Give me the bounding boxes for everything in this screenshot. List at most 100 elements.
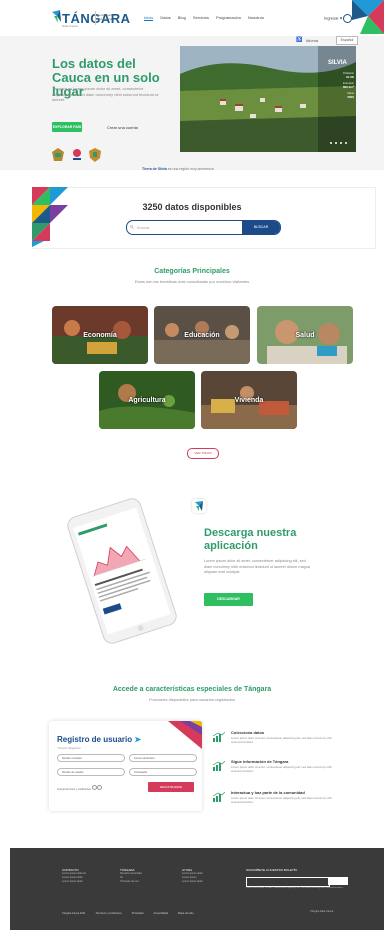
logo-subtitle: Data Cauca — [62, 24, 78, 28]
chart-icon — [213, 792, 225, 802]
heart-icon[interactable]: ♥ — [340, 16, 342, 21]
nav-item-inicio[interactable]: Inicio — [144, 15, 154, 21]
card-corner-decoration — [168, 721, 202, 749]
app-title: Descarga nuestra aplicación — [204, 527, 297, 552]
category-label: Vivienda — [234, 396, 264, 404]
place-name: SILVIA — [328, 60, 347, 66]
footer-link[interactable]: Nuestra comunidad — [120, 872, 142, 876]
copyright: Tángara Data Cauca — [310, 910, 334, 913]
feature-desc: Lorem ipsum dolor sit amet, consectetuer… — [231, 796, 332, 804]
footer-bottom-link[interactable]: Privacidad — [132, 912, 144, 915]
register-button[interactable]: REGISTRARME — [148, 782, 194, 792]
category-card-economia[interactable]: Economía — [52, 306, 148, 364]
search-button[interactable]: BUSCAR — [242, 221, 280, 234]
email-field[interactable]: Correo electrónico — [129, 754, 197, 762]
tangara-bird-icon: ➤ — [134, 735, 142, 744]
nav-item-programacion[interactable]: Programación — [216, 15, 241, 21]
search-icon — [130, 225, 134, 229]
carousel-dot[interactable] — [340, 142, 342, 144]
required-note: *Campos obligatorios — [57, 747, 81, 750]
categories-subtitle: Estas son las temáticas más consultadas … — [134, 279, 250, 284]
nav-item-blog[interactable]: Blog — [178, 15, 186, 21]
feature-title: Colecciona datos — [231, 730, 265, 735]
gov-text: Gobernación del Cauca — [98, 13, 116, 21]
shield-icon — [89, 148, 101, 162]
register-title-text: Registro de usuario — [57, 735, 133, 744]
radio-icon[interactable] — [91, 785, 97, 790]
username-field[interactable]: Nombre de usuario — [57, 768, 125, 776]
feature-title: Sigue información de Tángara — [231, 759, 289, 764]
feature-item: Interactua y haz parte de la comunidad L… — [213, 790, 341, 810]
footer-col-tangara: TÁNGARA Nuestra comunidad Ve Términos de… — [120, 868, 142, 884]
nav-item-nosotros[interactable]: Nosotros — [248, 15, 264, 21]
newsletter-button[interactable] — [328, 877, 348, 885]
user-icon[interactable] — [343, 14, 353, 23]
data-band — [32, 187, 376, 249]
logo-divider — [95, 11, 96, 25]
corner-decoration — [352, 0, 384, 34]
newsletter-input[interactable] — [246, 877, 330, 887]
hero-caption: Tierra de Silvia es una región muy pinto… — [142, 167, 214, 171]
category-card-salud[interactable]: Salud — [257, 306, 353, 364]
register-title: Registro de usuario ➤ — [57, 735, 141, 744]
categories-title: Categorías Principales — [154, 268, 230, 275]
language-select[interactable]: Español — [336, 36, 358, 45]
caption-bold[interactable]: Tierra de Silvia — [142, 167, 167, 171]
name-field[interactable]: Nombre completo — [57, 754, 125, 762]
caption-text: es una región muy pintoresca — [167, 167, 214, 171]
footer-bottom-link[interactable]: Términos y condiciones — [96, 912, 122, 915]
footer-bottom-link[interactable]: Mapa del sitio — [178, 912, 193, 915]
app-description: Lorem ipsum dolor sit amet, consectetuer… — [204, 559, 310, 574]
feature-desc: Lorem ipsum dolor sit amet, consectetuer… — [231, 736, 332, 744]
newsletter-text: Lorem ipsum dolor sit amet, consectetuer… — [246, 887, 344, 889]
category-label: Salud — [295, 331, 315, 339]
emblem-icon — [52, 148, 64, 162]
footer-link[interactable]: Términos de uso — [120, 880, 142, 884]
view-all-button[interactable]: VER TODAS — [187, 448, 219, 459]
carousel-dot[interactable] — [335, 142, 337, 144]
cauca-logo-icon — [71, 148, 83, 162]
register-card: Registro de usuario ➤ *Campos obligatori… — [49, 721, 202, 811]
footer-link[interactable]: Lorem ipsum dolor — [182, 880, 203, 884]
category-card-agricultura[interactable]: Agricultura — [99, 371, 195, 429]
password-field[interactable]: Contraseña — [129, 768, 197, 776]
feature-item: Colecciona datos Lorem ipsum dolor sit a… — [213, 730, 341, 750]
accessibility-icon[interactable]: ♿ — [296, 37, 302, 43]
search-bar[interactable]: Buscar BUSCAR — [126, 220, 281, 235]
tangara-bird-icon — [52, 10, 61, 23]
chart-icon — [213, 761, 225, 771]
footer-col-contact: CONTACTO Lorem ipsum dolor sit Lorem ips… — [62, 868, 86, 884]
nav-item-servicios[interactable]: Servicios — [193, 15, 209, 21]
carousel-dots — [330, 142, 347, 144]
carousel-dot[interactable] — [330, 142, 332, 144]
stat-value: 31.9K — [345, 75, 354, 79]
footer-bottom-link[interactable]: Tángara Cauca 2021 — [62, 912, 86, 915]
stat-value: 2620 — [347, 95, 354, 99]
phone-mockup-image — [67, 498, 177, 644]
place-stats: Población 31.9K Extensión 662 km² Altitu… — [334, 72, 354, 99]
feature-desc: Lorem ipsum dolor sit amet, consectetuer… — [231, 765, 332, 773]
login-link[interactable]: Ingresar ♥ — [324, 14, 353, 23]
category-card-educacion[interactable]: Educación — [154, 306, 250, 364]
app-logo-icon — [192, 499, 206, 513]
mosaic-decoration — [32, 187, 68, 247]
footer-bottom-links: Tángara Cauca 2021 Términos y condicione… — [62, 912, 193, 915]
footer-bottom-link[interactable]: Accesibilidad — [153, 912, 168, 915]
category-card-vivienda[interactable]: Vivienda — [201, 371, 297, 429]
create-account-link[interactable]: Crear una cuenta — [107, 125, 138, 130]
carousel-dot[interactable] — [345, 142, 347, 144]
features-title: Accede a características especiales de T… — [112, 686, 272, 693]
category-label: Economía — [83, 331, 117, 339]
terms-label: Acepto términos y condiciones — [57, 788, 91, 791]
nav-item-datos[interactable]: Datos — [160, 15, 170, 21]
radio-icon[interactable] — [97, 785, 103, 790]
download-button[interactable]: DESCARGAR — [204, 593, 253, 606]
footer-link[interactable]: Lorem ipsum dolor — [62, 880, 86, 884]
search-input[interactable]: Buscar — [137, 221, 149, 234]
terms-radio[interactable]: Acepto términos y condiciones — [57, 785, 103, 791]
footer-col-ayuda: AYUDA Lorem ipsum dolor Lorem ipsum Lore… — [182, 868, 203, 884]
newsletter-heading: SUSCRÍBETE A NUESTRO BOLETÍN — [246, 868, 297, 872]
data-count-title: 3250 datos disponibles — [142, 202, 242, 212]
explore-button[interactable]: EXPLORAR PAÍS — [52, 122, 82, 132]
chart-icon — [213, 732, 225, 742]
